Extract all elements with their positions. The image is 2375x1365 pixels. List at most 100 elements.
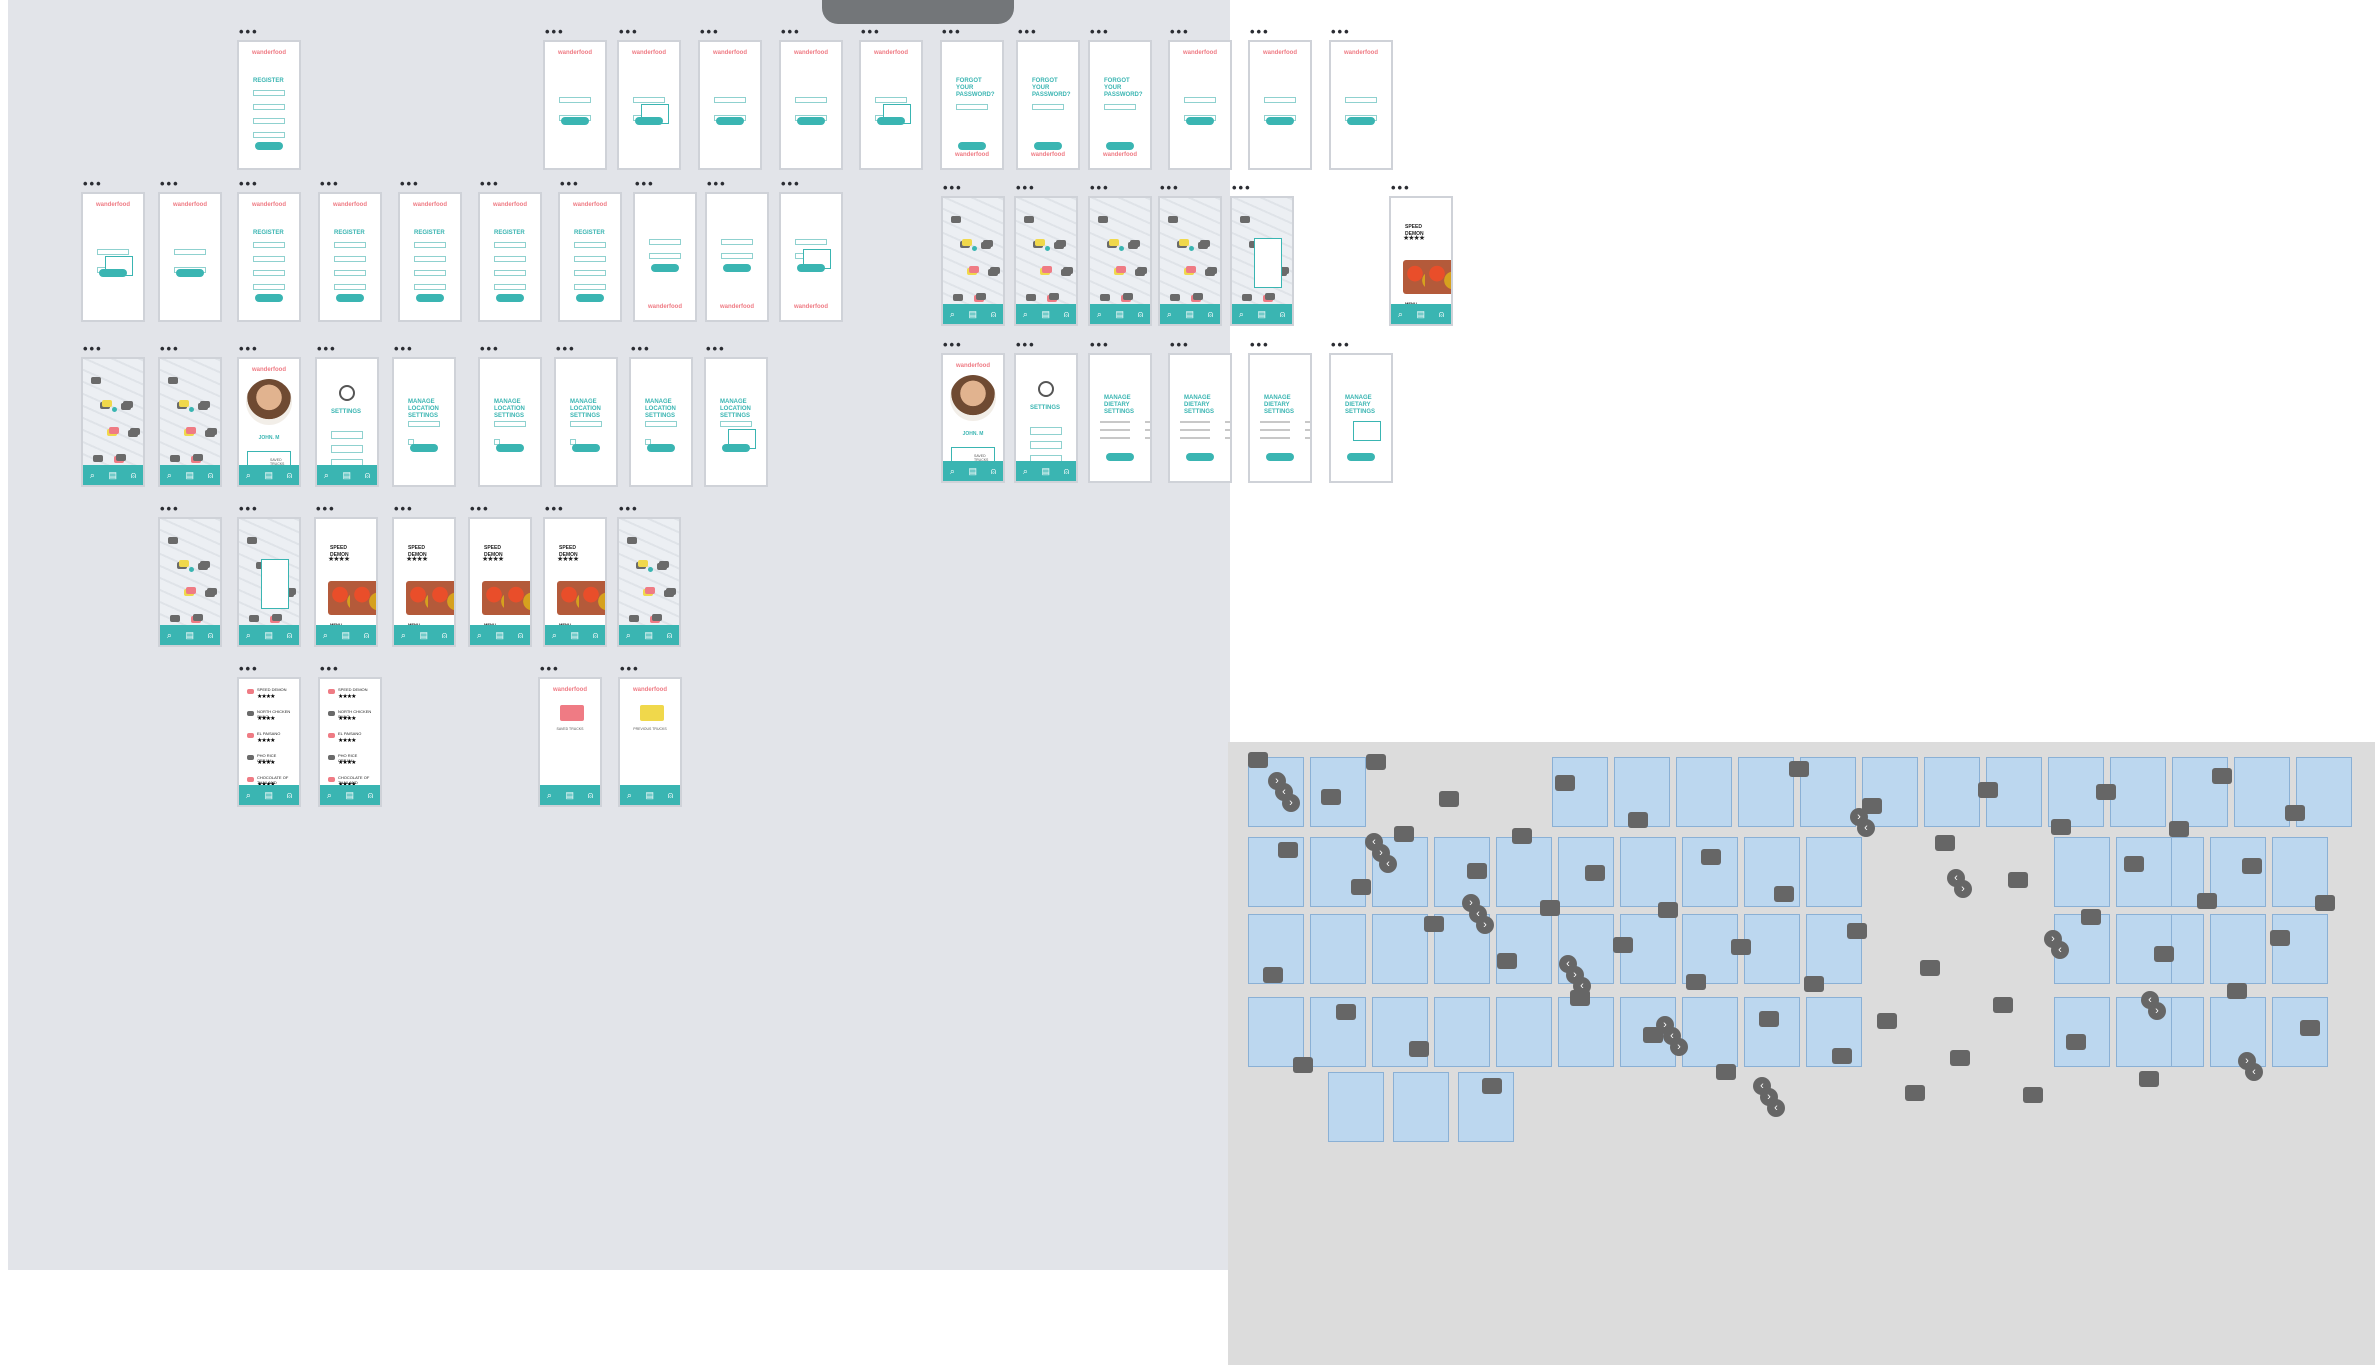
artboard-login-pop-0[interactable]: wanderfood [81,192,145,322]
food-truck-icon[interactable] [249,615,259,622]
artboard-menu-dots-icon[interactable]: ••• [320,662,340,675]
map-view[interactable] [83,359,143,465]
diet-checkbox[interactable] [1145,421,1150,423]
diet-checkbox[interactable] [1180,421,1210,423]
diet-checkbox[interactable] [1180,429,1210,431]
diet-checkbox[interactable] [1225,437,1230,439]
text-field[interactable] [645,421,677,427]
submit-button[interactable] [255,142,283,150]
search-icon[interactable]: ⌕ [167,470,172,481]
artboard-menu-dots-icon[interactable]: ••• [619,502,639,515]
submit-button[interactable] [99,269,127,277]
text-field[interactable] [334,284,366,290]
food-truck-icon[interactable] [93,455,103,462]
bag-icon[interactable]: ▤ [1186,309,1195,320]
bag-icon[interactable]: ▤ [1417,309,1426,320]
artboard-menu-dots-icon[interactable]: ••• [619,25,639,38]
artboard-menu-dots-icon[interactable]: ••• [560,177,580,190]
artboard-menu-dots-icon[interactable]: ••• [400,177,420,190]
food-truck-icon[interactable] [207,428,217,435]
artboard-dietary-0[interactable]: MANAGE DIETARY SETTINGS [1088,353,1152,483]
food-truck-icon[interactable] [102,400,112,407]
bag-icon[interactable]: ▤ [342,630,351,641]
artboard-saved-0[interactable]: wanderfood SAVED TRUCKS ⌕ ▤ ⍝ [538,677,602,807]
submit-button[interactable] [651,264,679,272]
food-truck-icon[interactable] [629,615,639,622]
artboard-menu-dots-icon[interactable]: ••• [239,502,259,515]
text-field[interactable] [253,284,285,290]
person-icon[interactable]: ⍝ [518,630,523,641]
person-icon[interactable]: ⍝ [667,630,672,641]
submit-button[interactable] [572,444,600,452]
artboard-menu-dots-icon[interactable]: ••• [1250,338,1270,351]
food-truck-icon[interactable] [109,427,119,434]
bag-icon[interactable]: ▤ [645,630,654,641]
food-truck-icon[interactable] [1130,240,1140,247]
list-item[interactable]: EL PAISANO ★★★★ [247,731,291,749]
text-field[interactable] [494,421,526,427]
text-field[interactable] [253,256,285,262]
submit-button[interactable] [635,117,663,125]
food-truck-icon[interactable] [91,377,101,384]
settings-option[interactable] [1030,427,1062,435]
food-truck-icon[interactable] [1242,294,1252,301]
artboard-menu-dots-icon[interactable]: ••• [160,502,180,515]
artboard-menu-dots-icon[interactable]: ••• [1016,181,1036,194]
artboard-menu-dots-icon[interactable]: ••• [942,25,962,38]
text-field[interactable] [720,421,752,427]
artboard-login-3[interactable]: wanderfood [1168,40,1232,170]
text-field[interactable] [253,242,285,248]
artboard-menu-dots-icon[interactable]: ••• [631,342,651,355]
artboard-login-5[interactable]: wanderfood [1329,40,1393,170]
truck-preview-popup[interactable] [261,559,289,609]
food-truck-icon[interactable] [1100,294,1110,301]
food-truck-icon[interactable] [200,401,210,408]
search-icon[interactable]: ⌕ [1097,309,1102,320]
artboard-menu-dots-icon[interactable]: ••• [1016,338,1036,351]
artboard-detail-1[interactable]: SPEED DEMON★★★★MENU⌕▤⍝ [392,517,456,647]
bag-icon[interactable]: ▤ [566,790,575,801]
prototype-preview-panel[interactable]: › ‹ › ‹ › ‹ › ‹ › ‹ › ‹ › ‹ › ‹ › ‹ › ‹ › ‹ › ‹ › ‹ › ‹ [1228,742,2375,1365]
diet-checkbox[interactable] [1305,429,1310,431]
diet-checkbox[interactable] [1145,437,1150,439]
text-field[interactable] [559,97,591,103]
person-icon[interactable]: ⍝ [208,630,213,641]
text-field[interactable] [1184,97,1216,103]
food-truck-icon[interactable] [272,614,282,621]
search-icon[interactable]: ⌕ [246,630,251,641]
food-truck-icon[interactable] [1265,293,1275,300]
artboard-menu-dots-icon[interactable]: ••• [1170,338,1190,351]
text-field[interactable] [721,253,753,259]
search-icon[interactable]: ⌕ [1023,309,1028,320]
artboard-menu-dots-icon[interactable]: ••• [239,177,259,190]
artboard-login-2[interactable]: wanderfood [698,40,762,170]
person-icon[interactable]: ⍝ [368,790,373,801]
text-field[interactable] [414,284,446,290]
artboard-menu-dots-icon[interactable]: ••• [620,662,640,675]
bag-icon[interactable]: ▤ [969,309,978,320]
chevron-left-icon[interactable]: ‹ [1857,819,1875,837]
text-field[interactable] [956,104,988,110]
diet-checkbox[interactable] [1100,429,1130,431]
food-truck-icon[interactable] [1042,266,1052,273]
text-field[interactable] [253,90,285,96]
artboard-menu-dots-icon[interactable]: ••• [480,177,500,190]
person-icon[interactable]: ⍝ [1280,309,1285,320]
person-icon[interactable]: ⍝ [287,470,292,481]
search-icon[interactable]: ⌕ [1023,466,1028,477]
bag-icon[interactable]: ▤ [186,470,195,481]
food-truck-icon[interactable] [645,587,655,594]
artboard-menu-dots-icon[interactable]: ••• [545,502,565,515]
artboard-location-2[interactable]: MANAGE LOCATION SETTINGS [554,357,618,487]
food-truck-icon[interactable] [666,588,676,595]
artboard-register-2[interactable]: wanderfood REGISTER [318,192,382,322]
submit-button[interactable] [496,294,524,302]
truck-preview-popup[interactable] [1254,238,1282,288]
food-truck-icon[interactable] [1109,239,1119,246]
search-icon[interactable]: ⌕ [547,790,552,801]
person-icon[interactable]: ⍝ [1439,309,1444,320]
bag-icon[interactable]: ▤ [969,466,978,477]
submit-button[interactable] [958,142,986,150]
person-icon[interactable]: ⍝ [365,470,370,481]
text-field[interactable] [253,118,285,124]
